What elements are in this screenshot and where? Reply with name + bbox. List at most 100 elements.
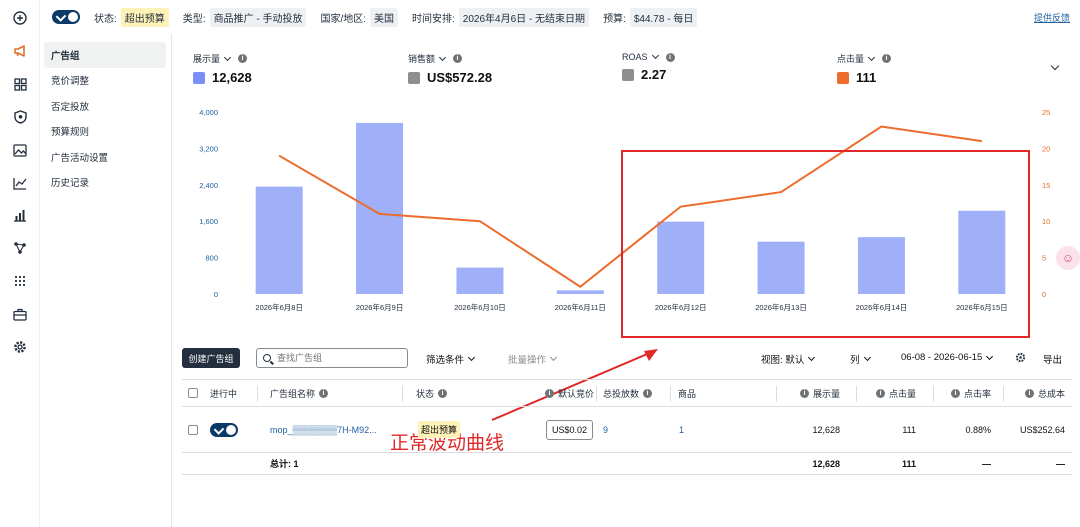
column-divider (596, 386, 597, 402)
header-ctr[interactable]: 点击率 (964, 387, 991, 400)
grid-icon[interactable] (12, 76, 28, 92)
subnav-item-negative-targeting[interactable]: 否定投放 (44, 93, 166, 119)
chevron-down-icon[interactable] (867, 53, 876, 61)
campaign-toggle[interactable] (52, 10, 80, 24)
series-swatch[interactable] (622, 68, 634, 81)
header-cost[interactable]: 总成本 (1038, 387, 1065, 400)
shield-icon[interactable] (12, 109, 28, 125)
ad-group-toggle[interactable] (210, 422, 238, 437)
assistant-bubble-icon[interactable]: ☺ (1056, 246, 1080, 270)
date-range-dropdown[interactable]: 06-08 - 2026-06-15 (901, 352, 994, 363)
info-icon[interactable]: i (545, 388, 554, 398)
x-tick-label: 2026年6月14日 (856, 302, 908, 312)
subnav-item-history[interactable]: 历史记录 (44, 170, 166, 196)
bar-impressions (958, 210, 1006, 294)
chevron-down-icon (808, 353, 816, 362)
table-row[interactable]: mop_▒▒▒▒▒▒▒7H-M92... 超出预算 US$0.02 9 1 12… (182, 407, 1072, 453)
metric-label: ROAS (622, 52, 648, 62)
header-clicks[interactable]: 点击量 (889, 387, 916, 400)
create-ad-group-button[interactable]: 创建广告组 (182, 348, 240, 368)
header-default-bid[interactable]: 默认竞价 (558, 387, 594, 400)
type-value: 商品推广 - 手动投放 (209, 7, 307, 27)
default-bid-input[interactable]: US$0.02 (546, 419, 594, 440)
network-icon[interactable] (12, 240, 28, 256)
briefcase-icon[interactable] (12, 306, 28, 322)
header-active[interactable]: 进行中 (210, 380, 237, 406)
search-icon (263, 354, 271, 362)
x-tick-label: 2026年6月10日 (454, 302, 506, 312)
total-targets-link[interactable]: 9 (603, 407, 608, 452)
performance-chart: 0 800 1,600 2,400 3,200 4,000 0 5 10 15 20 25 2026年6… (199, 108, 1050, 312)
info-icon[interactable]: i (238, 54, 248, 63)
budget-value[interactable]: $44.78 - 每日 (629, 7, 698, 27)
export-button[interactable]: 导出 (1043, 352, 1062, 366)
info-icon[interactable]: i (950, 388, 960, 398)
series-swatch[interactable] (837, 71, 849, 84)
ad-group-name-link[interactable]: mop_▒▒▒▒▒▒▒7H-M92... (270, 407, 377, 452)
subnav-item-budget-rules[interactable]: 预算规则 (44, 119, 166, 145)
bar-chart-icon[interactable] (12, 207, 28, 223)
subnav-item-campaign-settings[interactable]: 广告活动设置 (44, 144, 166, 170)
y-left-tick-label: 3,200 (199, 144, 218, 153)
chevron-down-icon[interactable] (438, 53, 447, 61)
info-icon[interactable]: i (319, 388, 329, 398)
metric-impressions[interactable]: 展示量 i 12,628 (193, 52, 252, 85)
header-impressions[interactable]: 展示量 (813, 387, 840, 400)
x-tick-label: 2026年6月15日 (956, 302, 1008, 312)
chevron-down-icon (467, 353, 476, 362)
info-icon[interactable]: i (453, 54, 463, 63)
status-badge: 超出预算 (418, 421, 461, 438)
chevron-down-icon[interactable] (223, 53, 232, 61)
date-range-label: 06-08 - 2026-06-15 (901, 352, 983, 363)
info-icon[interactable]: i (665, 52, 675, 62)
view-dropdown[interactable]: 视图: 默认 (761, 352, 816, 366)
ctr-value: 0.88% (965, 424, 991, 435)
plus-circle-icon[interactable] (12, 10, 28, 26)
total-cost: — (1056, 458, 1065, 469)
column-divider (670, 386, 671, 402)
y-right-tick-label: 0 (1042, 290, 1046, 299)
filter-dropdown[interactable]: 筛选条件 (426, 352, 476, 366)
megaphone-icon[interactable] (12, 43, 28, 59)
series-swatch[interactable] (408, 71, 420, 84)
chevron-down-icon[interactable] (1050, 61, 1060, 71)
columns-dropdown[interactable]: 列 (850, 352, 871, 366)
x-tick-label: 2026年6月9日 (356, 302, 404, 312)
info-icon[interactable]: i (1024, 388, 1034, 398)
info-icon[interactable]: i (799, 388, 809, 398)
bar-impressions (657, 221, 705, 294)
country-label: 国家/地区: (320, 13, 367, 25)
image-icon[interactable] (12, 142, 28, 158)
info-icon[interactable]: i (882, 54, 892, 63)
chevron-down-icon (549, 353, 558, 362)
info-icon[interactable]: i (438, 388, 448, 398)
header-total-targets[interactable]: 总投放数 (603, 387, 639, 400)
series-swatch[interactable] (193, 71, 205, 84)
select-all-checkbox[interactable] (188, 388, 198, 398)
bulk-actions-dropdown[interactable]: 批量操作 (508, 352, 558, 366)
subnav-item-bid-adjustments[interactable]: 竞价调整 (44, 68, 166, 94)
line-chart-icon[interactable] (12, 175, 28, 191)
metric-sales[interactable]: 销售额 i US$572.28 (408, 52, 492, 85)
metric-clicks[interactable]: 点击量 i 111 (837, 52, 892, 85)
header-products[interactable]: 商品 (678, 380, 696, 406)
metric-label: 点击量 (837, 54, 865, 64)
header-name[interactable]: 广告组名称 (270, 387, 315, 400)
x-tick-label: 2026年6月13日 (755, 302, 807, 312)
table-settings-icon[interactable] (1015, 352, 1026, 363)
row-checkbox[interactable] (188, 424, 198, 435)
settings-icon[interactable] (12, 339, 28, 355)
search-box[interactable] (256, 348, 408, 368)
header-status[interactable]: 状态 (416, 387, 434, 400)
feedback-link[interactable]: 提供反馈 (1034, 11, 1070, 24)
products-link[interactable]: 1 (679, 407, 684, 452)
apps-icon[interactable] (12, 273, 28, 289)
info-icon[interactable]: i (875, 388, 885, 398)
y-right-tick-label: 25 (1042, 108, 1050, 117)
info-icon[interactable]: i (643, 388, 653, 398)
chevron-down-icon[interactable] (651, 51, 659, 60)
metric-value: 2.27 (641, 67, 667, 82)
subnav-item-ad-groups[interactable]: 广告组 (44, 42, 166, 68)
search-input[interactable] (277, 353, 397, 363)
metric-roas[interactable]: ROAS i 2.27 (622, 51, 675, 82)
